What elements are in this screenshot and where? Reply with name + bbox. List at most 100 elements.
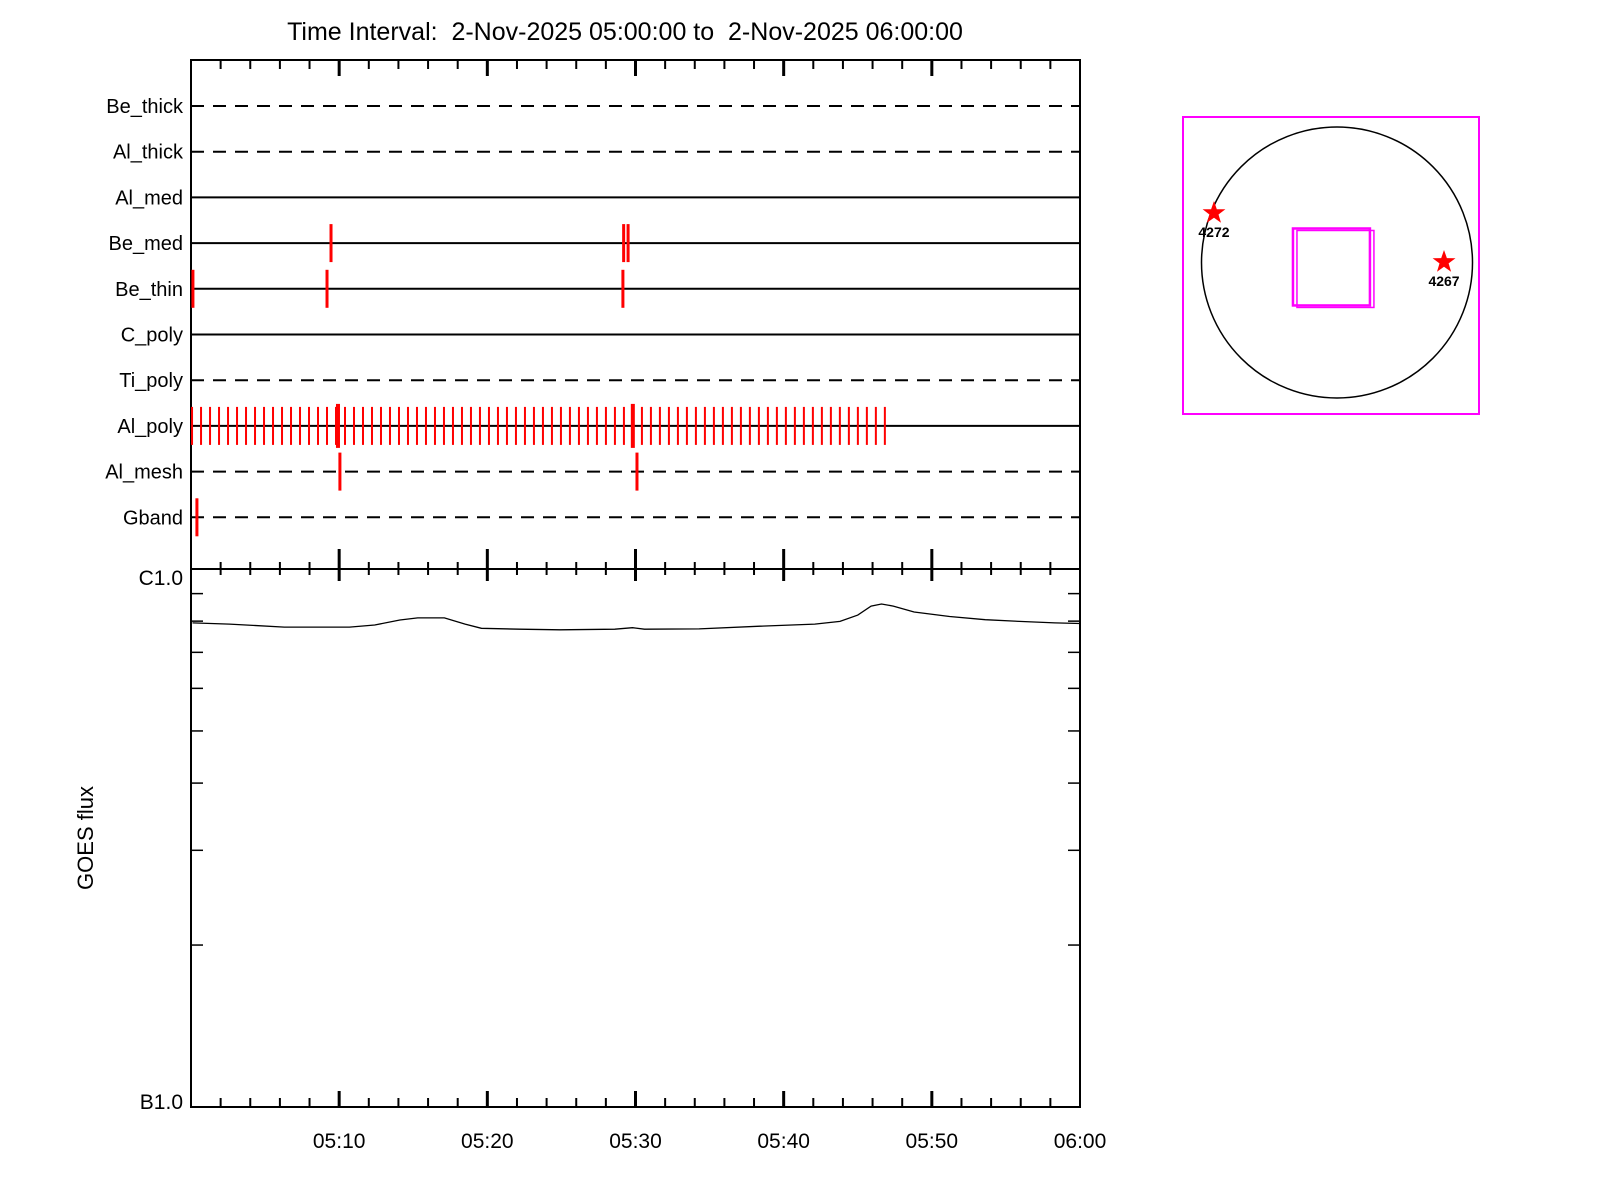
- filter-panel-frame: [191, 60, 1080, 569]
- exposure-tick-dense: [362, 407, 364, 445]
- exposure-tick-dense: [245, 407, 247, 445]
- x-tick-label: 06:00: [1054, 1130, 1107, 1153]
- exposure-tick-dense: [569, 407, 571, 445]
- goes-bottom-label: B1.0: [140, 1091, 183, 1114]
- goes-ylabel: GOES flux: [73, 786, 98, 890]
- exposure-tick-dense: [209, 407, 211, 445]
- exposure-tick-dense: [758, 407, 760, 445]
- exposure-tick-dense: [695, 407, 697, 445]
- x-tick-label: 05:20: [461, 1130, 514, 1153]
- exposure-tick-dense: [461, 407, 463, 445]
- exposure-tick-dense: [308, 407, 310, 445]
- exposure-tick: [621, 270, 624, 308]
- exposure-tick-dense: [524, 407, 526, 445]
- exposure-tick-dense: [623, 407, 625, 445]
- solar-limb-circle: [1202, 127, 1473, 398]
- exposure-tick-dense: [281, 407, 283, 445]
- exposure-tick-dense: [857, 407, 859, 445]
- exposure-tick-dense: [560, 407, 562, 445]
- exposure-tick-dense: [497, 407, 499, 445]
- x-tick-label: 05:30: [609, 1130, 662, 1153]
- exposure-tick-dense: [686, 407, 688, 445]
- exposure-tick-dense: [542, 407, 544, 445]
- x-tick-label: 05:50: [906, 1130, 959, 1153]
- filter-row-label-Be_thick: Be_thick: [106, 96, 184, 118]
- exposure-tick-dense: [578, 407, 580, 445]
- inset-frame: [1183, 117, 1479, 414]
- solar-timeline-figure: Be_thickAl_thickAl_medBe_medBe_thinC_pol…: [0, 0, 1600, 1200]
- active-region-label: 4272: [1198, 224, 1229, 240]
- exposure-tick-dense: [371, 407, 373, 445]
- exposure-tick-dense: [866, 407, 868, 445]
- goes-panel-frame: [191, 569, 1080, 1107]
- exposure-tick-dense: [749, 407, 751, 445]
- exposure-tick-major: [336, 404, 340, 448]
- exposure-tick-dense: [596, 407, 598, 445]
- exposure-tick: [330, 224, 333, 262]
- filter-row-label-Be_thin: Be_thin: [115, 279, 183, 301]
- exposure-tick-dense: [884, 407, 886, 445]
- fov-square-outline: [1297, 230, 1374, 307]
- exposure-tick-dense: [533, 407, 535, 445]
- exposure-tick-dense: [452, 407, 454, 445]
- exposure-tick-dense: [614, 407, 616, 445]
- exposure-tick-dense: [380, 407, 382, 445]
- exposure-tick-dense: [659, 407, 661, 445]
- exposure-tick-dense: [785, 407, 787, 445]
- exposure-tick-dense: [713, 407, 715, 445]
- filter-row-label-Al_med: Al_med: [115, 187, 183, 209]
- exposure-tick-dense: [353, 407, 355, 445]
- figure-svg: Be_thickAl_thickAl_medBe_medBe_thinC_pol…: [0, 0, 1600, 1200]
- exposure-tick-dense: [299, 407, 301, 445]
- exposure-tick-dense: [830, 407, 832, 445]
- exposure-tick: [627, 224, 630, 262]
- exposure-tick-dense: [605, 407, 607, 445]
- exposure-tick: [635, 453, 638, 491]
- filter-row-label-Be_med: Be_med: [109, 233, 184, 255]
- exposure-tick-dense: [191, 407, 193, 445]
- exposure-tick-dense: [551, 407, 553, 445]
- exposure-tick-dense: [740, 407, 742, 445]
- exposure-tick-dense: [218, 407, 220, 445]
- exposure-tick-dense: [254, 407, 256, 445]
- exposure-tick-dense: [398, 407, 400, 445]
- exposure-tick-dense: [839, 407, 841, 445]
- exposure-tick-dense: [416, 407, 418, 445]
- exposure-tick-dense: [434, 407, 436, 445]
- exposure-tick-dense: [776, 407, 778, 445]
- exposure-tick-dense: [425, 407, 427, 445]
- exposure-tick-dense: [317, 407, 319, 445]
- x-tick-label: 05:10: [313, 1130, 366, 1153]
- exposure-tick-dense: [821, 407, 823, 445]
- exposure-tick-dense: [344, 407, 346, 445]
- filter-row-label-Al_poly: Al_poly: [117, 416, 183, 438]
- goes-flux-curve: [193, 604, 1081, 630]
- exposure-tick-dense: [650, 407, 652, 445]
- exposure-tick-dense: [236, 407, 238, 445]
- exposure-tick-dense: [443, 407, 445, 445]
- exposure-tick-dense: [263, 407, 265, 445]
- exposure-tick-dense: [470, 407, 472, 445]
- exposure-tick: [191, 270, 194, 308]
- active-region-star: [1433, 250, 1456, 272]
- exposure-tick-dense: [848, 407, 850, 445]
- exposure-tick-dense: [803, 407, 805, 445]
- plot-title: Time Interval: 2-Nov-2025 05:00:00 to 2-…: [0, 18, 1250, 47]
- active-region-star: [1203, 201, 1226, 223]
- exposure-tick-dense: [587, 407, 589, 445]
- filter-row-label-Al_thick: Al_thick: [113, 142, 184, 164]
- fov-square: [1293, 228, 1370, 305]
- exposure-tick-major: [631, 404, 635, 448]
- exposure-tick-dense: [794, 407, 796, 445]
- exposure-tick-dense: [704, 407, 706, 445]
- exposure-tick: [195, 498, 198, 536]
- x-tick-label: 05:40: [757, 1130, 810, 1153]
- exposure-tick-dense: [227, 407, 229, 445]
- exposure-tick-dense: [326, 407, 328, 445]
- exposure-tick-dense: [767, 407, 769, 445]
- exposure-tick-dense: [272, 407, 274, 445]
- exposure-tick-dense: [875, 407, 877, 445]
- exposure-tick-dense: [389, 407, 391, 445]
- active-region-label: 4267: [1428, 273, 1459, 289]
- exposure-tick: [338, 453, 341, 491]
